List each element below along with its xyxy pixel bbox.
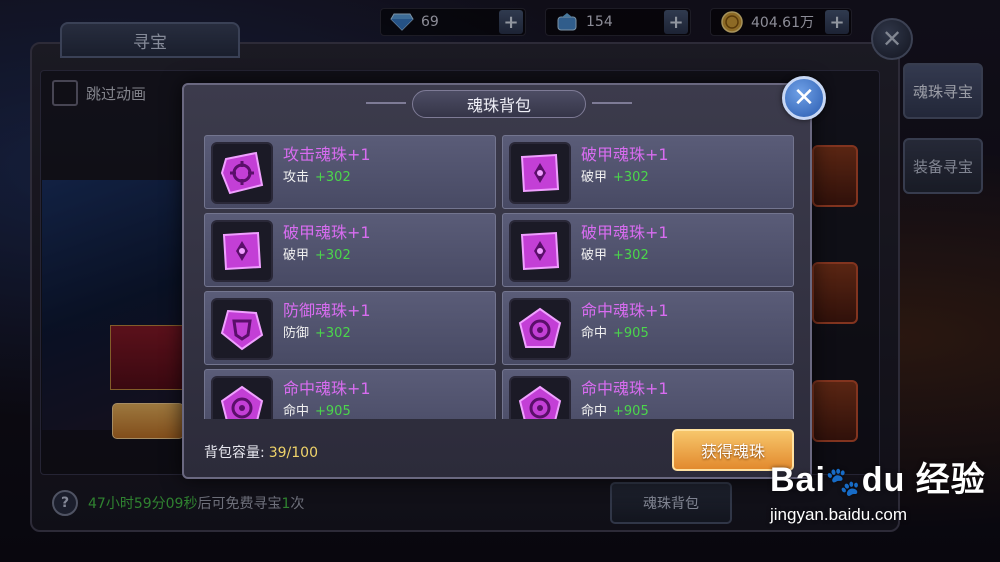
orb-stat: 破甲 +302 bbox=[283, 244, 351, 263]
watermark-brand-2: du bbox=[861, 461, 906, 499]
orb-stat: 破甲 +302 bbox=[581, 244, 649, 263]
stat-value: +302 bbox=[315, 326, 351, 341]
hit-orb-icon bbox=[211, 376, 273, 419]
modal-title: 魂珠背包 bbox=[412, 90, 586, 118]
stat-value: +302 bbox=[613, 170, 649, 185]
orb-item[interactable]: 破甲魂珠+1 破甲 +302 bbox=[502, 213, 794, 287]
watermark-brand: Bai bbox=[770, 461, 826, 499]
stat-label: 破甲 bbox=[283, 248, 310, 263]
title-decoration bbox=[366, 102, 406, 104]
orb-item[interactable]: 破甲魂珠+1 破甲 +302 bbox=[204, 213, 496, 287]
stat-label: 命中 bbox=[581, 404, 608, 419]
hit-orb-icon bbox=[509, 376, 571, 419]
armor-break-orb-icon bbox=[509, 142, 571, 204]
stat-value: +905 bbox=[613, 326, 649, 341]
stat-value: +302 bbox=[315, 170, 351, 185]
orb-stat: 命中 +905 bbox=[283, 400, 351, 419]
paw-icon: 🐾 bbox=[825, 466, 862, 497]
orb-name: 破甲魂珠+1 bbox=[283, 223, 371, 242]
stat-value: +905 bbox=[613, 404, 649, 419]
stat-value: +905 bbox=[315, 404, 351, 419]
watermark-brand-3: 经验 bbox=[915, 461, 986, 499]
stat-label: 命中 bbox=[581, 326, 608, 341]
orb-stat: 攻击 +302 bbox=[283, 166, 351, 185]
orb-item[interactable]: 命中魂珠+1 命中 +905 bbox=[204, 369, 496, 419]
orb-name: 命中魂珠+1 bbox=[283, 379, 371, 398]
watermark-url: jingyan.baidu.com bbox=[770, 505, 908, 524]
orb-stat: 命中 +905 bbox=[581, 400, 649, 419]
orb-item[interactable]: 防御魂珠+1 防御 +302 bbox=[204, 291, 496, 365]
orb-name: 破甲魂珠+1 bbox=[581, 223, 669, 242]
close-icon[interactable]: ✕ bbox=[782, 76, 826, 120]
orb-grid: 攻击魂珠+1 攻击 +302 破甲魂珠+1 破甲 +302 破甲魂珠+1 破甲 +30… bbox=[200, 133, 800, 419]
stat-label: 破甲 bbox=[581, 170, 608, 185]
stat-value: +302 bbox=[315, 248, 351, 263]
stat-label: 攻击 bbox=[283, 170, 310, 185]
defense-orb-icon bbox=[211, 298, 273, 360]
orb-name: 命中魂珠+1 bbox=[581, 301, 669, 320]
title-decoration bbox=[592, 102, 632, 104]
stat-label: 防御 bbox=[283, 326, 310, 341]
orb-item[interactable]: 破甲魂珠+1 破甲 +302 bbox=[502, 135, 794, 209]
stat-value: +302 bbox=[613, 248, 649, 263]
capacity-value: 39/100 bbox=[268, 445, 318, 461]
stat-label: 命中 bbox=[283, 404, 310, 419]
orb-item[interactable]: 命中魂珠+1 命中 +905 bbox=[502, 291, 794, 365]
soul-orb-bag-modal: 魂珠背包 ✕ 攻击魂珠+1 攻击 +302 破甲魂珠+1 破甲 +302 破甲魂珠+… bbox=[182, 76, 826, 479]
attack-orb-icon bbox=[211, 142, 273, 204]
orb-item[interactable]: 攻击魂珠+1 攻击 +302 bbox=[204, 135, 496, 209]
orb-name: 攻击魂珠+1 bbox=[283, 145, 371, 164]
orb-stat: 防御 +302 bbox=[283, 322, 351, 341]
armor-break-orb-icon bbox=[509, 220, 571, 282]
hit-orb-icon bbox=[509, 298, 571, 360]
bag-capacity: 背包容量: 39/100 bbox=[204, 442, 318, 462]
baidu-watermark-logo: Bai🐾du 经验 jingyan.baidu.com bbox=[770, 452, 990, 552]
armor-break-orb-icon bbox=[211, 220, 273, 282]
orb-name: 防御魂珠+1 bbox=[283, 301, 371, 320]
orb-item[interactable]: 命中魂珠+1 命中 +905 bbox=[502, 369, 794, 419]
capacity-label: 背包容量: bbox=[204, 445, 265, 461]
stat-label: 破甲 bbox=[581, 248, 608, 263]
orb-name: 命中魂珠+1 bbox=[581, 379, 669, 398]
orb-stat: 命中 +905 bbox=[581, 322, 649, 341]
orb-stat: 破甲 +302 bbox=[581, 166, 649, 185]
orb-name: 破甲魂珠+1 bbox=[581, 145, 669, 164]
